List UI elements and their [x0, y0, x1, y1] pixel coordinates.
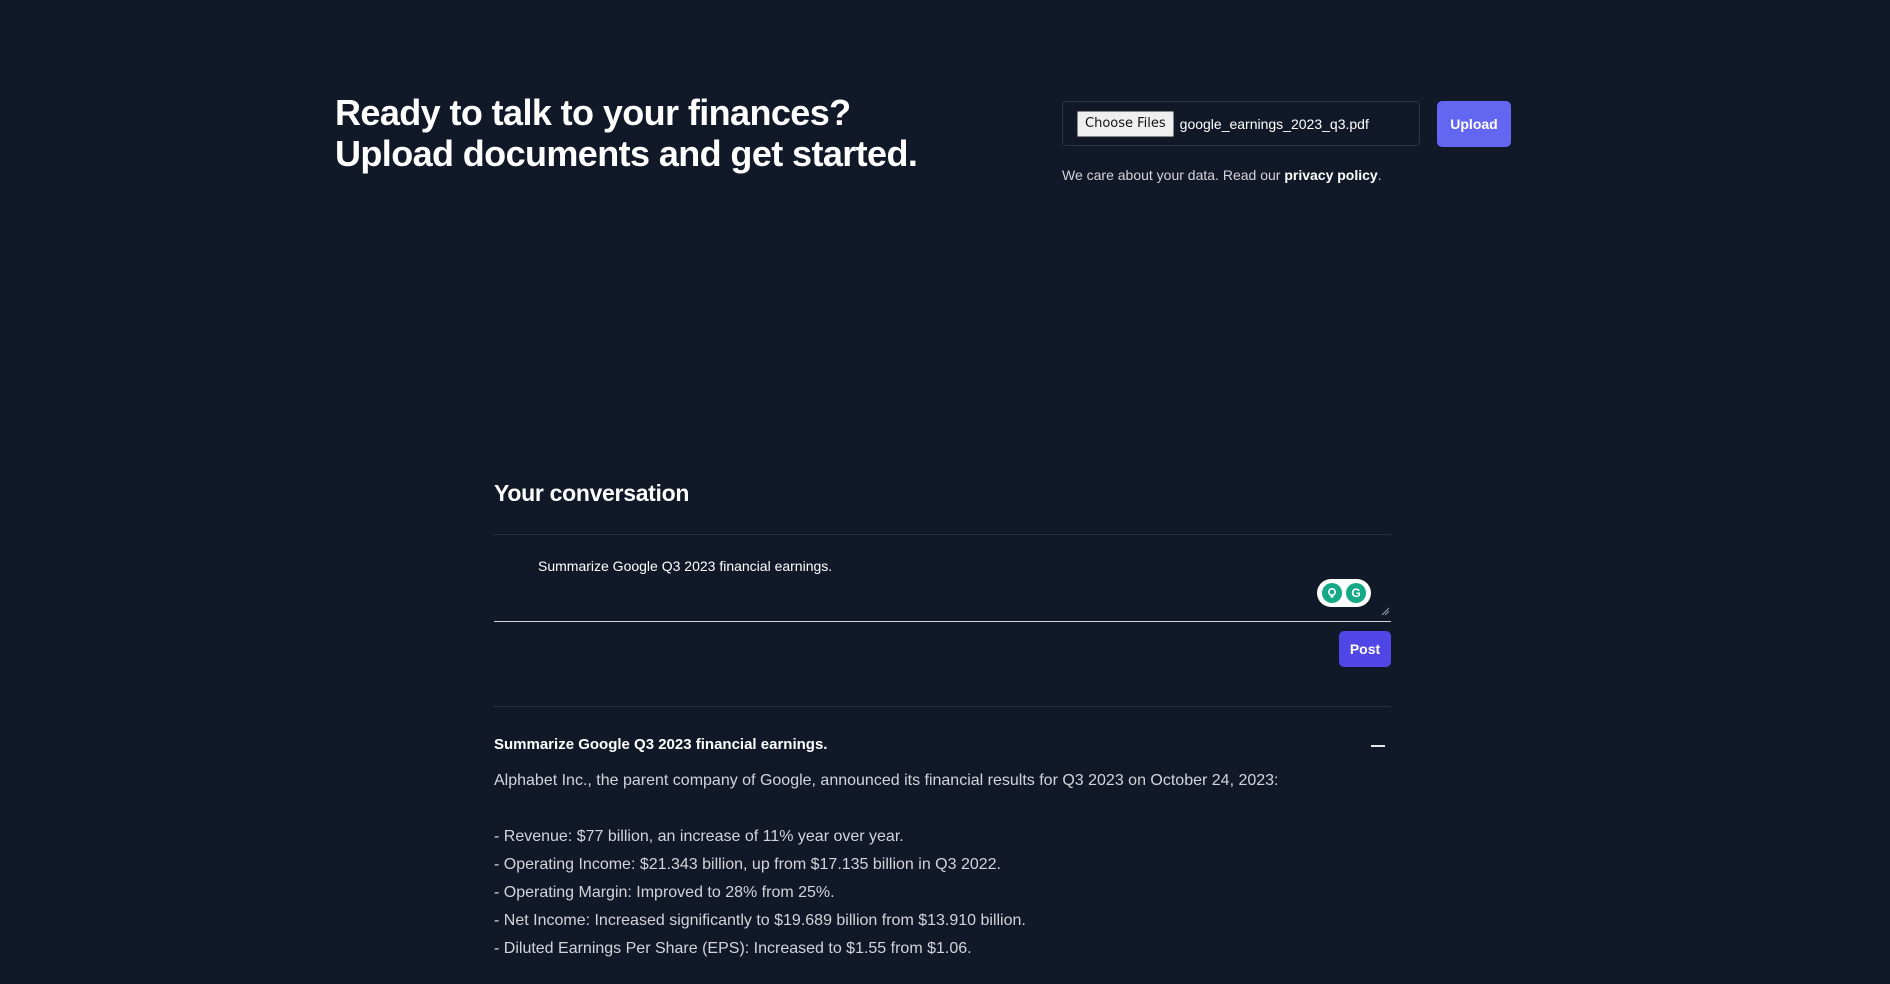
collapse-button[interactable] — [1365, 735, 1391, 757]
privacy-text: We care about your data. Read our — [1062, 167, 1285, 183]
answer-item-operating-margin: - Operating Margin: Improved to 28% from… — [494, 884, 835, 901]
post-button[interactable]: Post — [1339, 631, 1391, 667]
privacy-notice: We care about your data. Read our privac… — [1062, 167, 1382, 183]
selected-file-name: google_earnings_2023_q3.pdf — [1179, 115, 1369, 132]
file-input[interactable]: Choose Files google_earnings_2023_q3.pdf — [1062, 101, 1420, 146]
grammarly-bulb-icon[interactable] — [1322, 583, 1342, 603]
privacy-period: . — [1377, 167, 1382, 183]
answer-item-eps: - Diluted Earnings Per Share (EPS): Incr… — [494, 940, 972, 957]
hero-section: Ready to talk to your finances? Upload d… — [335, 92, 975, 174]
answer-item-net-income: - Net Income: Increased significantly to… — [494, 912, 1026, 929]
question-heading: Summarize Google Q3 2023 financial earni… — [494, 736, 828, 753]
conversation-title: Your conversation — [494, 480, 690, 506]
upload-button[interactable]: Upload — [1437, 101, 1511, 147]
privacy-policy-link[interactable]: privacy policy — [1284, 167, 1377, 183]
answer-intro: Alphabet Inc., the parent company of Goo… — [494, 772, 1279, 789]
hero-heading: Ready to talk to your finances? Upload d… — [335, 92, 975, 174]
grammarly-widget[interactable]: G — [1317, 579, 1371, 607]
message-textarea-value: Summarize Google Q3 2023 financial earni… — [538, 558, 833, 574]
answer-body: Alphabet Inc., the parent company of Goo… — [494, 771, 1391, 967]
hero-heading-line-2: Upload documents and get started. — [335, 133, 918, 174]
resize-handle-icon[interactable] — [1381, 607, 1389, 615]
conversation-section: Your conversation Summarize Google Q3 20… — [494, 480, 1391, 957]
answer-item-operating-income: - Operating Income: $21.343 billion, up … — [494, 856, 1001, 873]
message-textarea[interactable]: Summarize Google Q3 2023 financial earni… — [494, 535, 1391, 622]
hero-heading-line-1: Ready to talk to your finances? — [335, 92, 851, 133]
page: Ready to talk to your finances? Upload d… — [0, 0, 1890, 984]
answer-list: - Revenue: $77 billion, an increase of 1… — [494, 827, 1391, 967]
answer-item-revenue: - Revenue: $77 billion, an increase of 1… — [494, 828, 904, 845]
minus-icon — [1371, 745, 1385, 747]
divider-bottom — [494, 706, 1391, 707]
grammarly-logo-icon[interactable]: G — [1346, 583, 1366, 603]
choose-files-button[interactable]: Choose Files — [1077, 110, 1174, 137]
